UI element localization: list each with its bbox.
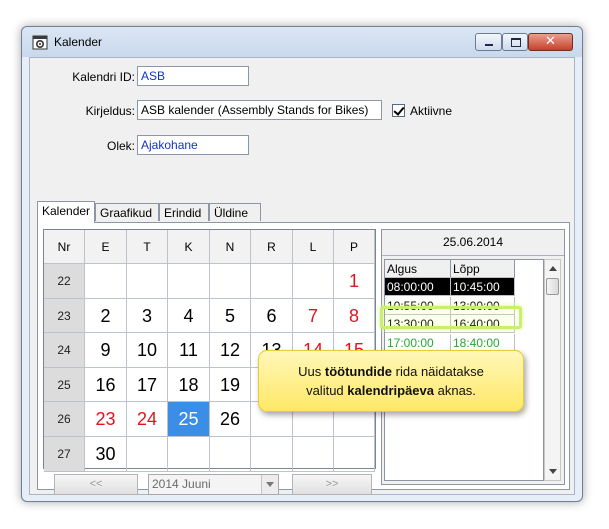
calendar-day-cell[interactable]: 10 [127, 333, 168, 368]
calendar-day-cell[interactable]: 2 [85, 298, 127, 334]
calendar-day-cell[interactable]: 23 [85, 402, 127, 437]
window-title: Kalender [54, 35, 103, 49]
week-number: 27 [44, 437, 85, 472]
calendar-day-cell[interactable]: 30 [85, 437, 127, 472]
calendar-empty-cell[interactable] [168, 437, 210, 472]
calendar-id-label: Kalendri ID: [72, 70, 135, 84]
calendar-day-cell[interactable]: 3 [127, 298, 168, 334]
title-bar[interactable]: Kalender ✕ [22, 27, 582, 57]
calendar-empty-cell[interactable] [210, 264, 251, 299]
previous-month-button[interactable]: << [54, 474, 138, 495]
calendar-header-day: P [334, 230, 375, 264]
week-number: 23 [44, 298, 85, 334]
calendar-empty-cell[interactable] [127, 264, 168, 299]
calendar-day-cell[interactable]: 17 [127, 367, 168, 403]
new-row-highlight [380, 306, 522, 329]
scroll-up-icon[interactable] [549, 266, 557, 271]
active-checkbox[interactable] [392, 104, 405, 117]
month-select-value: 2014 Juuni [152, 477, 211, 491]
calendar-day-cell[interactable]: 4 [168, 298, 210, 334]
calendar-day-cell[interactable]: 19 [210, 367, 251, 403]
calendar-day-cell[interactable]: 8 [334, 298, 375, 334]
tab-uldine[interactable]: Üldine [209, 203, 261, 221]
tab-graafikud[interactable]: Graafikud [95, 203, 159, 221]
close-icon: ✕ [545, 33, 556, 48]
calendar-empty-cell[interactable] [251, 437, 293, 472]
week-number: 22 [44, 264, 85, 299]
state-label: Olek: [106, 139, 135, 153]
calendar-day-cell[interactable]: 7 [293, 298, 334, 334]
calendar-empty-cell[interactable] [293, 437, 334, 472]
calendar-day-cell[interactable]: 26 [210, 402, 251, 437]
calendar-gear-icon [32, 35, 48, 50]
calendar-window: Kalender ✕ Kalendri ID: ASB Kirjeldus: A… [21, 26, 583, 502]
tab-erindid[interactable]: Erindid [159, 203, 209, 221]
calendar-day-cell[interactable]: 24 [127, 402, 168, 437]
active-label: Aktiivne [410, 104, 453, 118]
calendar-day-cell[interactable]: 12 [210, 333, 251, 368]
calendar-id-field[interactable]: ASB [137, 66, 249, 86]
schedule-cell-start[interactable]: 17:00:00 [385, 333, 451, 352]
month-select[interactable]: 2014 Juuni [148, 474, 279, 495]
calendar-header-day: K [168, 230, 210, 264]
state-field[interactable]: Ajakohane [137, 135, 249, 155]
calendar-day-cell[interactable]: 6 [251, 298, 293, 334]
description-field[interactable]: ASB kalender (Assembly Stands for Bikes) [137, 100, 382, 120]
calendar-day-cell[interactable]: 5 [210, 298, 251, 334]
calendar-day-cell[interactable]: 11 [168, 333, 210, 368]
close-button[interactable]: ✕ [528, 33, 573, 51]
calendar-header-day: R [251, 230, 293, 264]
schedule-scrollbar[interactable] [544, 259, 561, 481]
scroll-thumb[interactable] [546, 278, 559, 295]
calendar-day-cell[interactable]: 9 [85, 333, 127, 368]
calendar-day-cell[interactable]: 18 [168, 367, 210, 403]
calendar-empty-cell[interactable] [85, 264, 127, 299]
minimize-button[interactable] [475, 33, 502, 51]
week-number: 24 [44, 333, 85, 368]
selected-date-header: 25.06.2014 [382, 230, 564, 256]
calendar-empty-cell[interactable] [127, 437, 168, 472]
week-number: 26 [44, 402, 85, 437]
schedule-cell-end[interactable]: 10:45:00 [451, 278, 515, 296]
chevron-down-icon[interactable] [261, 475, 278, 494]
calendar-empty-cell[interactable] [293, 264, 334, 299]
calendar-empty-cell[interactable] [334, 437, 375, 472]
calendar-header-day: T [127, 230, 168, 264]
column-header-end[interactable]: Lõpp [451, 260, 515, 278]
next-month-button[interactable]: >> [292, 474, 372, 495]
calendar-header-day: E [85, 230, 127, 264]
calendar-header-day: L [293, 230, 334, 264]
tooltip-callout: Uus töötundide rida näidatakse valitud k… [258, 350, 524, 412]
window-client-area: Kalendri ID: ASB Kirjeldus: ASB kalender… [29, 57, 575, 495]
tab-kalender[interactable]: Kalender [37, 201, 95, 223]
schedule-cell-start[interactable]: 08:00:00 [385, 278, 451, 296]
calendar-empty-cell[interactable] [210, 437, 251, 472]
column-header-start[interactable]: Algus [385, 260, 451, 278]
calendar-day-cell[interactable]: 16 [85, 367, 127, 403]
calendar-empty-cell[interactable] [168, 264, 210, 299]
maximize-button[interactable] [502, 33, 528, 51]
scroll-down-icon[interactable] [549, 469, 557, 474]
calendar-day-cell[interactable]: 1 [334, 264, 375, 299]
week-number: 25 [44, 367, 85, 403]
month-calendar-grid: NrETKNRLP2212323456782491011121314152516… [43, 229, 376, 472]
calendar-empty-cell[interactable] [251, 264, 293, 299]
calendar-day-cell[interactable]: 25 [168, 402, 210, 437]
calendar-header-day: N [210, 230, 251, 264]
calendar-header-nr: Nr [44, 230, 85, 264]
schedule-cell-end[interactable]: 18:40:00 [451, 333, 515, 352]
description-label: Kirjeldus: [85, 104, 135, 118]
